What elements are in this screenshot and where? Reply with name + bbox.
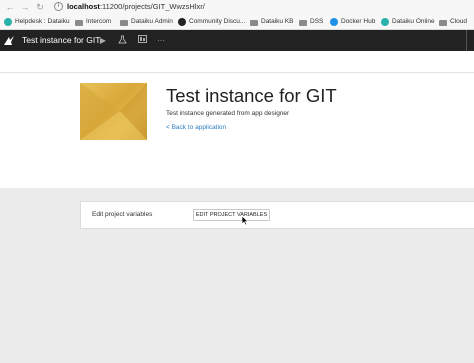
page-subtitle: Test instance generated from app designe…	[166, 110, 290, 117]
play-icon[interactable]: ▶	[98, 35, 108, 46]
variables-card-label: Edit project variables	[92, 211, 153, 218]
community-icon	[178, 18, 186, 26]
bookmark-docker-hub[interactable]: Docker Hub	[330, 17, 375, 27]
folder-icon	[439, 19, 447, 26]
dataiku-bird-icon	[4, 18, 12, 26]
bookmark-label: Dataiku Admin	[131, 18, 173, 25]
dataiku-logo-icon[interactable]	[3, 35, 15, 46]
bookmark-helpdesk[interactable]: Helpdesk : Dataiku	[4, 17, 70, 27]
bookmark-cloud[interactable]: Cloud	[439, 17, 467, 27]
header-right-edge	[466, 30, 474, 51]
folder-icon	[250, 19, 258, 26]
bookmarks-bar: Helpdesk : Dataiku Intercom Dataiku Admi…	[0, 14, 474, 30]
bookmark-label: DSS	[310, 18, 324, 25]
bookmark-label: Cloud	[450, 18, 467, 25]
bookmark-community[interactable]: Community Discu...	[178, 17, 245, 27]
mouse-cursor-icon	[241, 215, 249, 226]
bookmark-dss[interactable]: DSS	[299, 17, 323, 27]
project-thumbnail	[80, 83, 147, 140]
bookmark-label: Dataiku Online	[392, 18, 435, 25]
back-to-application-link[interactable]: < Back to application	[166, 123, 226, 132]
docker-icon	[330, 18, 338, 26]
url-path: :11200/projects/GIT_WwzsHlxr/	[99, 2, 205, 11]
divider	[0, 72, 474, 73]
url-field[interactable]: localhost:11200/projects/GIT_WwzsHlxr/	[67, 2, 205, 12]
reload-icon[interactable]: ↻	[35, 2, 45, 12]
info-icon[interactable]: i	[54, 2, 63, 11]
dashboard-icon[interactable]	[137, 35, 147, 46]
folder-icon	[299, 19, 307, 26]
folder-icon	[120, 19, 128, 26]
bookmark-label: Dataiku KB	[261, 18, 294, 25]
lab-flask-icon[interactable]	[117, 35, 127, 46]
edit-project-variables-button[interactable]: EDIT PROJECT VARIABLES	[193, 209, 270, 221]
bookmark-dataiku-kb[interactable]: Dataiku KB	[250, 17, 294, 27]
url-host: localhost	[67, 2, 100, 11]
browser-address-bar: ← → ↻ i localhost:11200/projects/GIT_Wwz…	[0, 0, 474, 14]
project-name[interactable]: Test instance for GIT	[22, 35, 100, 46]
more-dots-icon[interactable]: ···	[156, 35, 166, 46]
folder-icon	[75, 19, 83, 26]
dataiku-bird-icon	[381, 18, 389, 26]
app-header: Test instance for GIT ▶ ···	[0, 30, 474, 51]
page-title: Test instance for GIT	[166, 85, 337, 106]
bookmark-intercom[interactable]: Intercom	[75, 17, 111, 27]
bookmark-label: Docker Hub	[341, 18, 376, 25]
bookmark-label: Helpdesk : Dataiku	[15, 18, 70, 25]
back-arrow-icon[interactable]: ←	[5, 2, 15, 12]
forward-arrow-icon[interactable]: →	[20, 2, 30, 12]
bookmark-label: Community Discu...	[189, 18, 246, 25]
bookmark-dataiku-admin[interactable]: Dataiku Admin	[120, 17, 173, 27]
bookmark-label: Intercom	[86, 18, 112, 25]
bookmark-dataiku-online[interactable]: Dataiku Online	[381, 17, 435, 27]
